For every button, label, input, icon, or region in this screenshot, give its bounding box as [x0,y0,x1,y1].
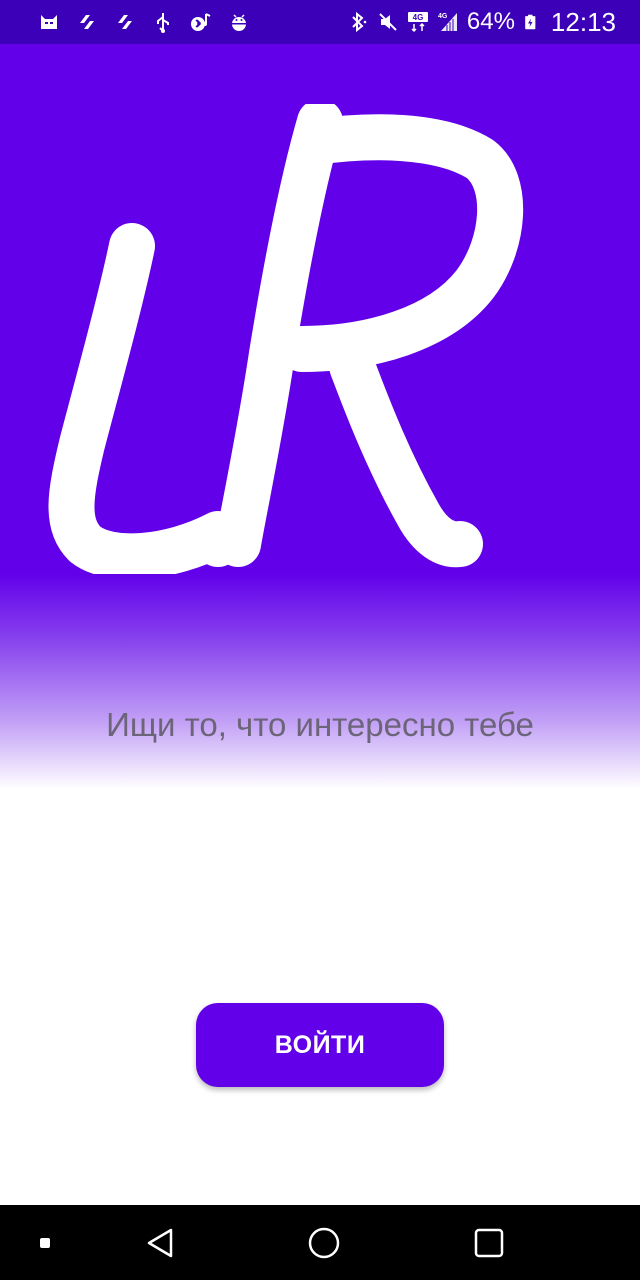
notification-icons [38,8,250,36]
android-debug-icon [232,14,246,31]
hero-banner [0,44,640,794]
sync-icon [118,15,132,29]
battery-charging-icon [525,14,536,30]
bluetooth-icon [352,11,367,33]
app-logo [48,104,524,574]
screen: 4G 4G 64% 12:13 Ищи то, что интересно те… [0,0,640,1280]
system-icons: 4G 4G 64% 12:13 [347,6,616,38]
tagline: Ищи то, что интересно тебе [106,706,534,743]
svg-text:4G: 4G [413,13,424,22]
usb-icon [157,13,169,33]
login-button[interactable]: ВОЙТИ [196,1003,444,1087]
overview-icon[interactable] [469,1223,509,1263]
navigation-bar [0,1205,640,1280]
bluetooth-audio-icon [191,13,211,31]
battery-percent: 64% [466,8,515,35]
recents-dot-icon[interactable] [25,1223,65,1263]
4g-data-icon: 4G [407,12,428,33]
home-icon[interactable] [304,1223,344,1263]
status-bar: 4G 4G 64% 12:13 [0,0,640,44]
back-icon[interactable] [140,1223,180,1263]
cat-app-icon [41,15,57,29]
clock: 12:13 [550,6,616,37]
4g-signal-icon: 4G [438,13,457,31]
svg-text:4G: 4G [438,13,448,20]
sync-icon [80,15,94,29]
mute-icon [379,13,397,31]
